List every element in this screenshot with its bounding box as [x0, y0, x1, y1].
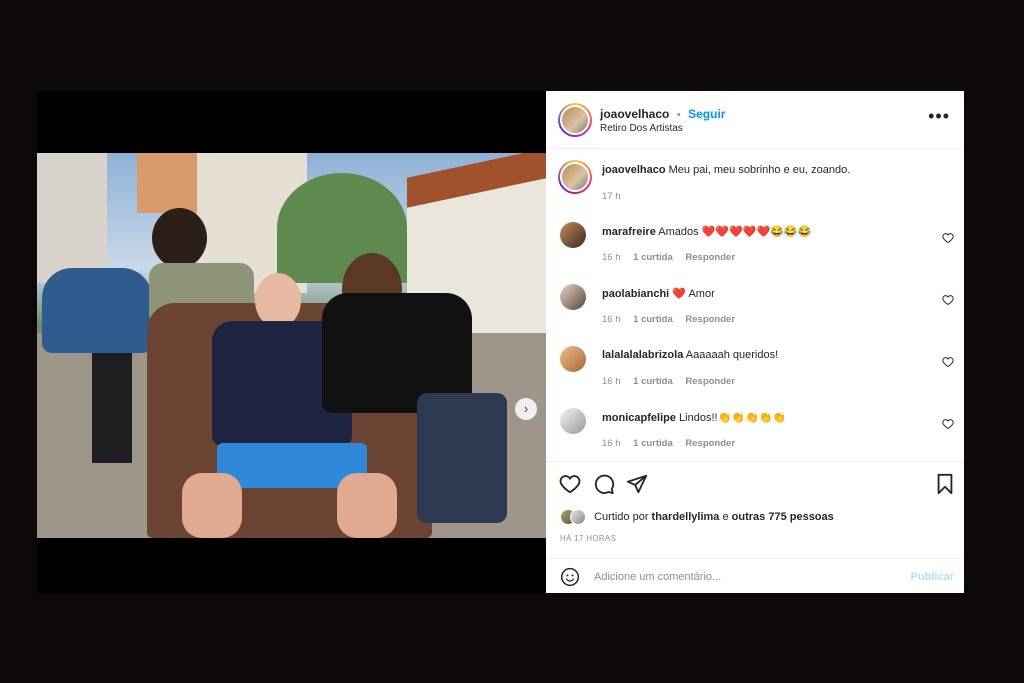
comment-time[interactable]: 16 h	[602, 252, 621, 263]
post-media-panel: ›	[37, 91, 546, 593]
comment-avatar[interactable]	[560, 222, 586, 248]
caption-avatar[interactable]	[558, 160, 592, 194]
photo-bearded-man-jeans	[417, 393, 507, 523]
comment-meta: 16 h 1 curtida Responder	[602, 376, 745, 387]
likes-prefix: Curtido por	[594, 510, 649, 523]
bookmark-icon[interactable]	[934, 473, 956, 495]
comment-icon[interactable]	[593, 473, 615, 495]
comment-username[interactable]: monicapfelipe	[602, 412, 676, 424]
comment-like-heart-icon[interactable]	[942, 418, 954, 430]
publish-button[interactable]: Publicar	[911, 571, 954, 583]
comment-meta: 16 h 1 curtida Responder	[602, 438, 745, 449]
comment-time[interactable]: 16 h	[602, 314, 621, 325]
more-icon[interactable]: •••	[928, 107, 950, 125]
comment-input[interactable]: Adicione um comentário...	[594, 571, 721, 583]
comment-reply-button[interactable]: Responder	[685, 438, 735, 449]
photo-elder-head	[255, 273, 301, 328]
comment-username[interactable]: marafreire	[602, 226, 656, 238]
comment-likes[interactable]: 1 curtida	[633, 438, 673, 449]
author-username[interactable]: joaovelhaco	[600, 107, 669, 121]
share-icon[interactable]	[626, 473, 648, 495]
likes-user[interactable]: thardellylima	[652, 511, 720, 523]
caption-text: Meu pai, meu sobrinho e eu, zoando.	[668, 164, 851, 176]
comment-username[interactable]: lalalalalabrizola	[602, 349, 683, 361]
likes-middle: e	[722, 510, 729, 523]
comment-text: ❤️ Amor	[672, 288, 715, 300]
comment-likes[interactable]: 1 curtida	[633, 314, 673, 325]
caption-meta: 17 h	[602, 191, 631, 202]
photo-person-blue-legs	[92, 353, 132, 463]
comment-avatar[interactable]	[560, 408, 586, 434]
comment-time[interactable]: 16 h	[602, 438, 621, 449]
comment-meta: 16 h 1 curtida Responder	[602, 314, 745, 325]
post-sidebar: joaovelhaco • Seguir Retiro Dos Artistas…	[546, 91, 964, 593]
comment-time[interactable]: 16 h	[602, 376, 621, 387]
photo-elder-leg-left	[182, 473, 242, 538]
photo-house-left	[37, 153, 107, 283]
comment-avatar[interactable]	[560, 346, 586, 372]
comment-username[interactable]: paolabianchi	[602, 288, 669, 300]
caption-time[interactable]: 17 h	[602, 191, 621, 202]
comments-list: joaovelhaco Meu pai, meu sobrinho e eu, …	[546, 150, 964, 462]
heart-icon[interactable]	[559, 473, 581, 495]
comment-likes[interactable]: 1 curtida	[633, 252, 673, 263]
likes-others[interactable]: outras 775 pessoas	[732, 511, 834, 523]
caption-username[interactable]: joaovelhaco	[602, 164, 666, 176]
post-photo[interactable]: ›	[37, 153, 546, 538]
comment-reply-button[interactable]: Responder	[685, 314, 735, 325]
comment-likes[interactable]: 1 curtida	[633, 376, 673, 387]
photo-elder-leg-right	[337, 473, 397, 538]
likes-summary: Curtido por thardellylima e outras 775 p…	[560, 509, 834, 525]
photo-young-man-head	[152, 208, 207, 268]
follow-button[interactable]: Seguir	[688, 107, 725, 121]
comment-text: Amados ❤️❤️❤️❤️❤️😂😂😂	[658, 226, 812, 238]
post-action-bar	[546, 471, 964, 497]
comment-reply-button[interactable]: Responder	[685, 252, 735, 263]
header-separator: •	[676, 109, 681, 121]
comment-like-heart-icon[interactable]	[942, 294, 954, 306]
emoji-icon[interactable]	[560, 567, 580, 587]
post-location[interactable]: Retiro Dos Artistas	[600, 123, 683, 134]
photo-person-blue	[42, 268, 152, 353]
add-comment-bar: Adicione um comentário... Publicar	[546, 558, 964, 593]
post-header: joaovelhaco • Seguir Retiro Dos Artistas…	[546, 91, 964, 149]
comment-text: Lindos!!👏👏👏👏👏	[679, 412, 787, 424]
author-avatar[interactable]	[558, 103, 592, 137]
comment-reply-button[interactable]: Responder	[685, 376, 735, 387]
post-time-ago[interactable]: HÁ 17 HORAS	[560, 534, 616, 543]
comment-text: Aaaaaah queridos!	[685, 349, 779, 361]
carousel-next-button[interactable]: ›	[515, 398, 537, 420]
liker-avatar[interactable]	[570, 509, 586, 525]
comment-avatar[interactable]	[560, 284, 586, 310]
comment-meta: 16 h 1 curtida Responder	[602, 252, 745, 263]
comment-like-heart-icon[interactable]	[942, 232, 954, 244]
comment-like-heart-icon[interactable]	[942, 356, 954, 368]
